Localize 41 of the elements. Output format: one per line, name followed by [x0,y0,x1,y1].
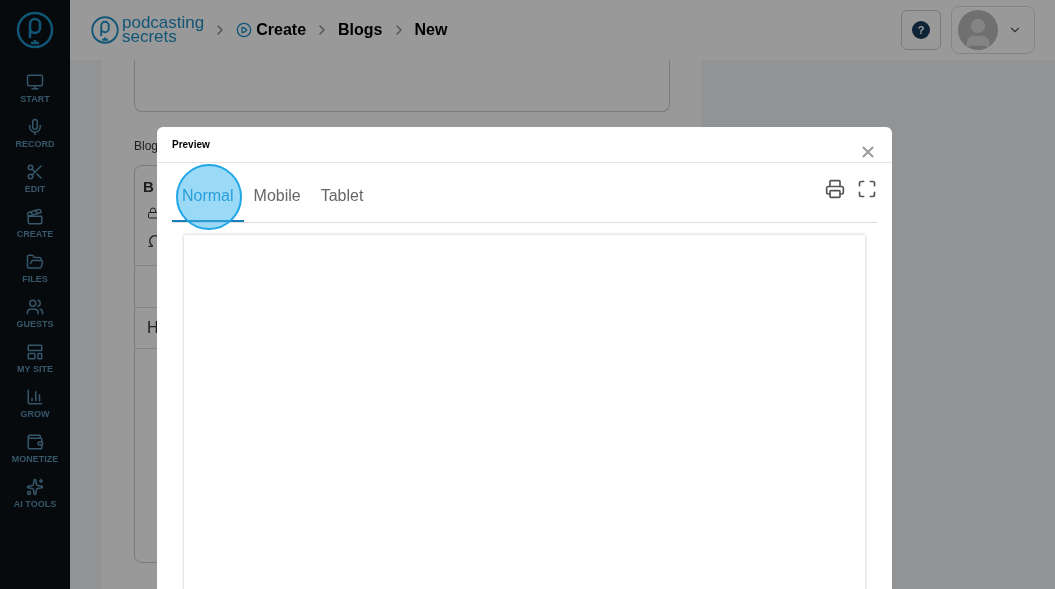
sidebar-item[interactable]: EDIT [24,163,46,194]
text-area[interactable] [134,60,670,112]
tab[interactable]: Normal [172,184,244,222]
logo-icon [15,10,55,50]
breadcrumb-link[interactable]: Create [256,18,307,42]
breadcrumb-link[interactable]: Blogs [338,18,383,42]
print-icon[interactable] [825,179,845,199]
sidebar-item[interactable]: FILES [22,253,48,284]
folder-icon [26,253,44,271]
sidebar-item[interactable]: MONETIZE [11,433,59,464]
help-button[interactable]: ? [901,10,941,50]
bar-chart-icon [26,388,44,406]
scissors-icon [26,163,44,181]
sidebar-item[interactable]: MY SITE [17,343,53,374]
dialog-title: Preview [172,138,210,152]
lock-icon [147,206,159,219]
brand-name: podcasting [122,16,205,30]
create-icon [236,22,253,38]
sidebar-item[interactable]: GROW [20,388,50,419]
sparkles-icon [26,478,44,496]
logo-icon [90,15,120,45]
fullscreen-icon[interactable] [857,179,877,199]
sidebar-item[interactable]: AI TOOLS [13,478,57,509]
profile-button[interactable] [951,6,1035,54]
tab[interactable]: Tablet [310,184,374,222]
sidebar-item[interactable]: START [20,73,50,104]
people-icon [26,298,44,316]
layout-icon [26,343,44,361]
sidebar-item[interactable]: GUESTS [16,298,54,329]
editor-text: B [142,177,155,197]
microphone-icon [26,118,44,136]
tab[interactable]: Mobile [243,184,311,222]
brand-name: secrets [122,30,177,44]
wallet-icon [26,433,44,451]
avatar-icon [958,10,998,50]
sidebar-item[interactable]: RECORD [15,118,55,149]
monitor-icon [26,73,44,91]
breadcrumb-link[interactable]: New [414,18,448,42]
clapperboard-icon [26,208,44,226]
field-label: Blog [134,138,159,155]
sidebar-item[interactable]: CREATE [16,208,54,239]
